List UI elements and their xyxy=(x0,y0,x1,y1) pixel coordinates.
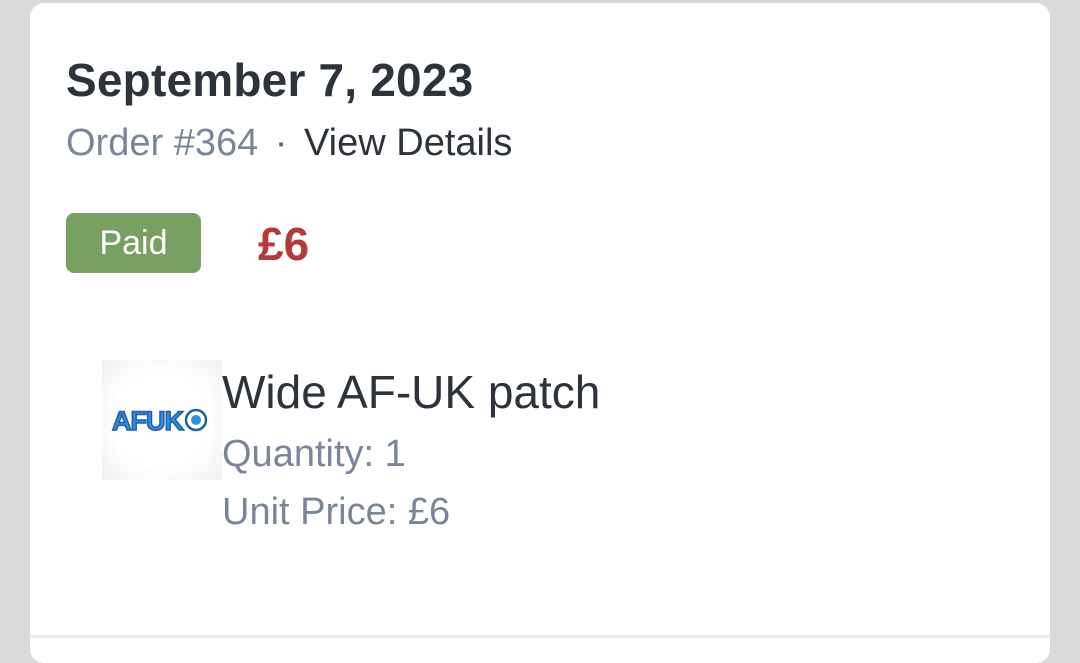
product-unit-price: Unit Price: £6 xyxy=(222,491,451,533)
product-thumbnail[interactable]: AFUK xyxy=(102,360,222,480)
order-date: September 7, 2023 xyxy=(66,54,474,106)
svg-text:AFUK: AFUK xyxy=(112,406,184,436)
order-number: Order #364 xyxy=(66,122,259,164)
order-meta: Order #364 · View Details xyxy=(66,122,512,165)
meta-separator: · xyxy=(274,122,288,164)
order-total: £6 xyxy=(258,218,310,270)
product-name: Wide AF-UK patch xyxy=(222,366,601,418)
order-card: September 7, 2023 Order #364 · View Deta… xyxy=(30,3,1050,663)
divider xyxy=(30,635,1050,638)
product-quantity: Quantity: 1 xyxy=(222,433,406,475)
status-badge: Paid xyxy=(66,213,201,273)
afuk-logo: AFUK xyxy=(111,405,208,437)
view-details-link[interactable]: View Details xyxy=(304,122,512,164)
